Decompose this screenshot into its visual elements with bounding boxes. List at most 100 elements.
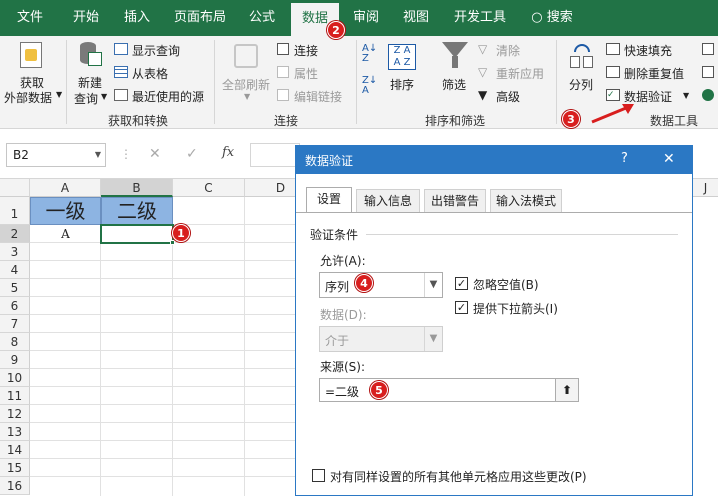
- consolidate-icon[interactable]: [702, 43, 714, 55]
- sort-label: 排序: [390, 78, 415, 92]
- column-header-b[interactable]: B: [101, 179, 173, 197]
- column-header-j[interactable]: J: [693, 179, 718, 197]
- name-box[interactable]: B2 ▼: [6, 143, 106, 167]
- chevron-down-icon: ▼: [424, 327, 442, 351]
- tab-page-layout[interactable]: 页面布局: [168, 0, 232, 36]
- row-header[interactable]: 15: [0, 459, 30, 477]
- sort-descending-icon[interactable]: Z↓ A: [362, 76, 380, 96]
- external-data-icon: [20, 42, 42, 68]
- allow-select[interactable]: 序列 ▼: [319, 272, 443, 298]
- dialog-title-bar[interactable]: 数据验证 ? ✕: [296, 146, 692, 174]
- tab-insert[interactable]: 插入: [114, 0, 160, 36]
- column-header-a[interactable]: A: [30, 179, 101, 197]
- tell-me-search[interactable]: ○ 搜索: [522, 0, 582, 36]
- new-query-label-1: 新建: [78, 76, 103, 90]
- help-button[interactable]: ?: [621, 151, 628, 166]
- row-header[interactable]: 3: [0, 243, 30, 261]
- from-table-label: 从表格: [132, 67, 169, 81]
- row-header[interactable]: 16: [0, 477, 30, 495]
- edit-links-icon: [277, 89, 289, 101]
- row-header[interactable]: 13: [0, 423, 30, 441]
- get-data-label-2: 外部数据: [4, 91, 53, 105]
- tab-file[interactable]: 文件: [8, 0, 52, 36]
- tab-ime-mode[interactable]: 输入法模式: [490, 189, 562, 212]
- cancel-icon[interactable]: ✕: [149, 146, 161, 162]
- close-button[interactable]: ✕: [663, 151, 675, 167]
- relationships-icon[interactable]: [702, 66, 714, 78]
- source-value: =二级: [325, 385, 360, 399]
- group-title-sort-filter: 排序和筛选: [425, 114, 486, 128]
- ignore-blank-checkbox[interactable]: ✓: [455, 277, 468, 290]
- flash-fill-icon: [606, 43, 620, 55]
- row-header[interactable]: 8: [0, 333, 30, 351]
- cell-b2-selected[interactable]: [100, 224, 174, 244]
- ribbon-tab-bar: 文件 开始 插入 页面布局 公式 数据 审阅 视图 开发工具 ○ 搜索: [0, 0, 718, 36]
- refresh-icon: [234, 44, 258, 68]
- tab-settings[interactable]: 设置: [306, 187, 352, 212]
- criteria-label: 验证条件: [310, 228, 359, 242]
- split-column-label: 分列: [569, 78, 594, 92]
- new-query-label-2: 查询: [74, 92, 99, 106]
- chevron-down-icon: ▼: [244, 92, 251, 101]
- data-select[interactable]: 介于 ▼: [319, 326, 443, 352]
- manage-data-model-icon[interactable]: [702, 89, 714, 101]
- cell-a1[interactable]: 一级: [30, 197, 101, 225]
- row-header[interactable]: 9: [0, 351, 30, 369]
- cell-a2[interactable]: A: [30, 225, 101, 243]
- ignore-blank-label: 忽略空值(B): [473, 278, 539, 292]
- sort-ascending-icon[interactable]: A↓ Z: [362, 44, 380, 64]
- source-label: 来源(S):: [320, 360, 366, 374]
- tab-review[interactable]: 审阅: [346, 0, 386, 36]
- data-value: 介于: [325, 334, 350, 348]
- insert-function-icon[interactable]: fx: [222, 145, 234, 160]
- chevron-down-icon: ▼: [94, 150, 101, 159]
- collapse-dialog-icon[interactable]: ⬆: [555, 378, 579, 402]
- row-header[interactable]: 10: [0, 369, 30, 387]
- row-header[interactable]: 12: [0, 405, 30, 423]
- worksheet-grid[interactable]: A B C D 1 2 3 4 5 6 7 8 9 10 11 12 13 14…: [0, 179, 317, 496]
- formula-input[interactable]: [250, 143, 300, 167]
- fill-handle[interactable]: [170, 240, 175, 245]
- text-to-columns-icon: [570, 44, 594, 68]
- tab-error-alert[interactable]: 出错警告: [424, 189, 486, 212]
- properties-label: 属性: [294, 67, 319, 81]
- row-header[interactable]: 6: [0, 297, 30, 315]
- group-title-connections: 连接: [274, 114, 299, 128]
- enter-icon[interactable]: ✓: [186, 146, 198, 162]
- connections-icon: [277, 43, 289, 55]
- row-header[interactable]: 14: [0, 441, 30, 459]
- tab-view[interactable]: 视图: [396, 0, 436, 36]
- tab-developer[interactable]: 开发工具: [448, 0, 512, 36]
- column-header-c[interactable]: C: [173, 179, 245, 197]
- tab-home[interactable]: 开始: [62, 0, 110, 36]
- name-box-value: B2: [13, 148, 29, 162]
- data-label: 数据(D):: [320, 308, 367, 322]
- select-all-corner[interactable]: [0, 179, 30, 197]
- chevron-down-icon: ▼: [424, 273, 442, 297]
- recent-icon: [114, 89, 128, 101]
- more-icon: ⋮: [120, 147, 132, 161]
- lightbulb-icon: ○: [531, 10, 543, 25]
- refresh-all-label: 全部刷新: [222, 78, 271, 92]
- cell-b1[interactable]: 二级: [101, 197, 173, 225]
- dialog-title: 数据验证: [305, 154, 354, 168]
- chevron-down-icon: ▼: [56, 90, 63, 99]
- row-header[interactable]: 1: [0, 197, 30, 225]
- group-title-data-tools: 数据工具: [650, 114, 699, 128]
- row-header[interactable]: 7: [0, 315, 30, 333]
- tab-formulas[interactable]: 公式: [240, 0, 284, 36]
- row-header[interactable]: 4: [0, 261, 30, 279]
- properties-icon: [277, 66, 289, 78]
- dropdown-checkbox[interactable]: ✓: [455, 301, 468, 314]
- search-label: 搜索: [546, 10, 573, 25]
- row-header[interactable]: 11: [0, 387, 30, 405]
- advanced-label: 高级: [496, 90, 521, 104]
- step-badge-1: 1: [172, 224, 190, 242]
- allow-value: 序列: [325, 280, 350, 294]
- step-badge-3: 3: [562, 110, 580, 128]
- apply-all-checkbox[interactable]: [312, 469, 325, 482]
- row-header[interactable]: 2: [0, 225, 30, 243]
- source-input[interactable]: =二级: [319, 378, 579, 402]
- tab-input-message[interactable]: 输入信息: [356, 189, 420, 212]
- row-header[interactable]: 5: [0, 279, 30, 297]
